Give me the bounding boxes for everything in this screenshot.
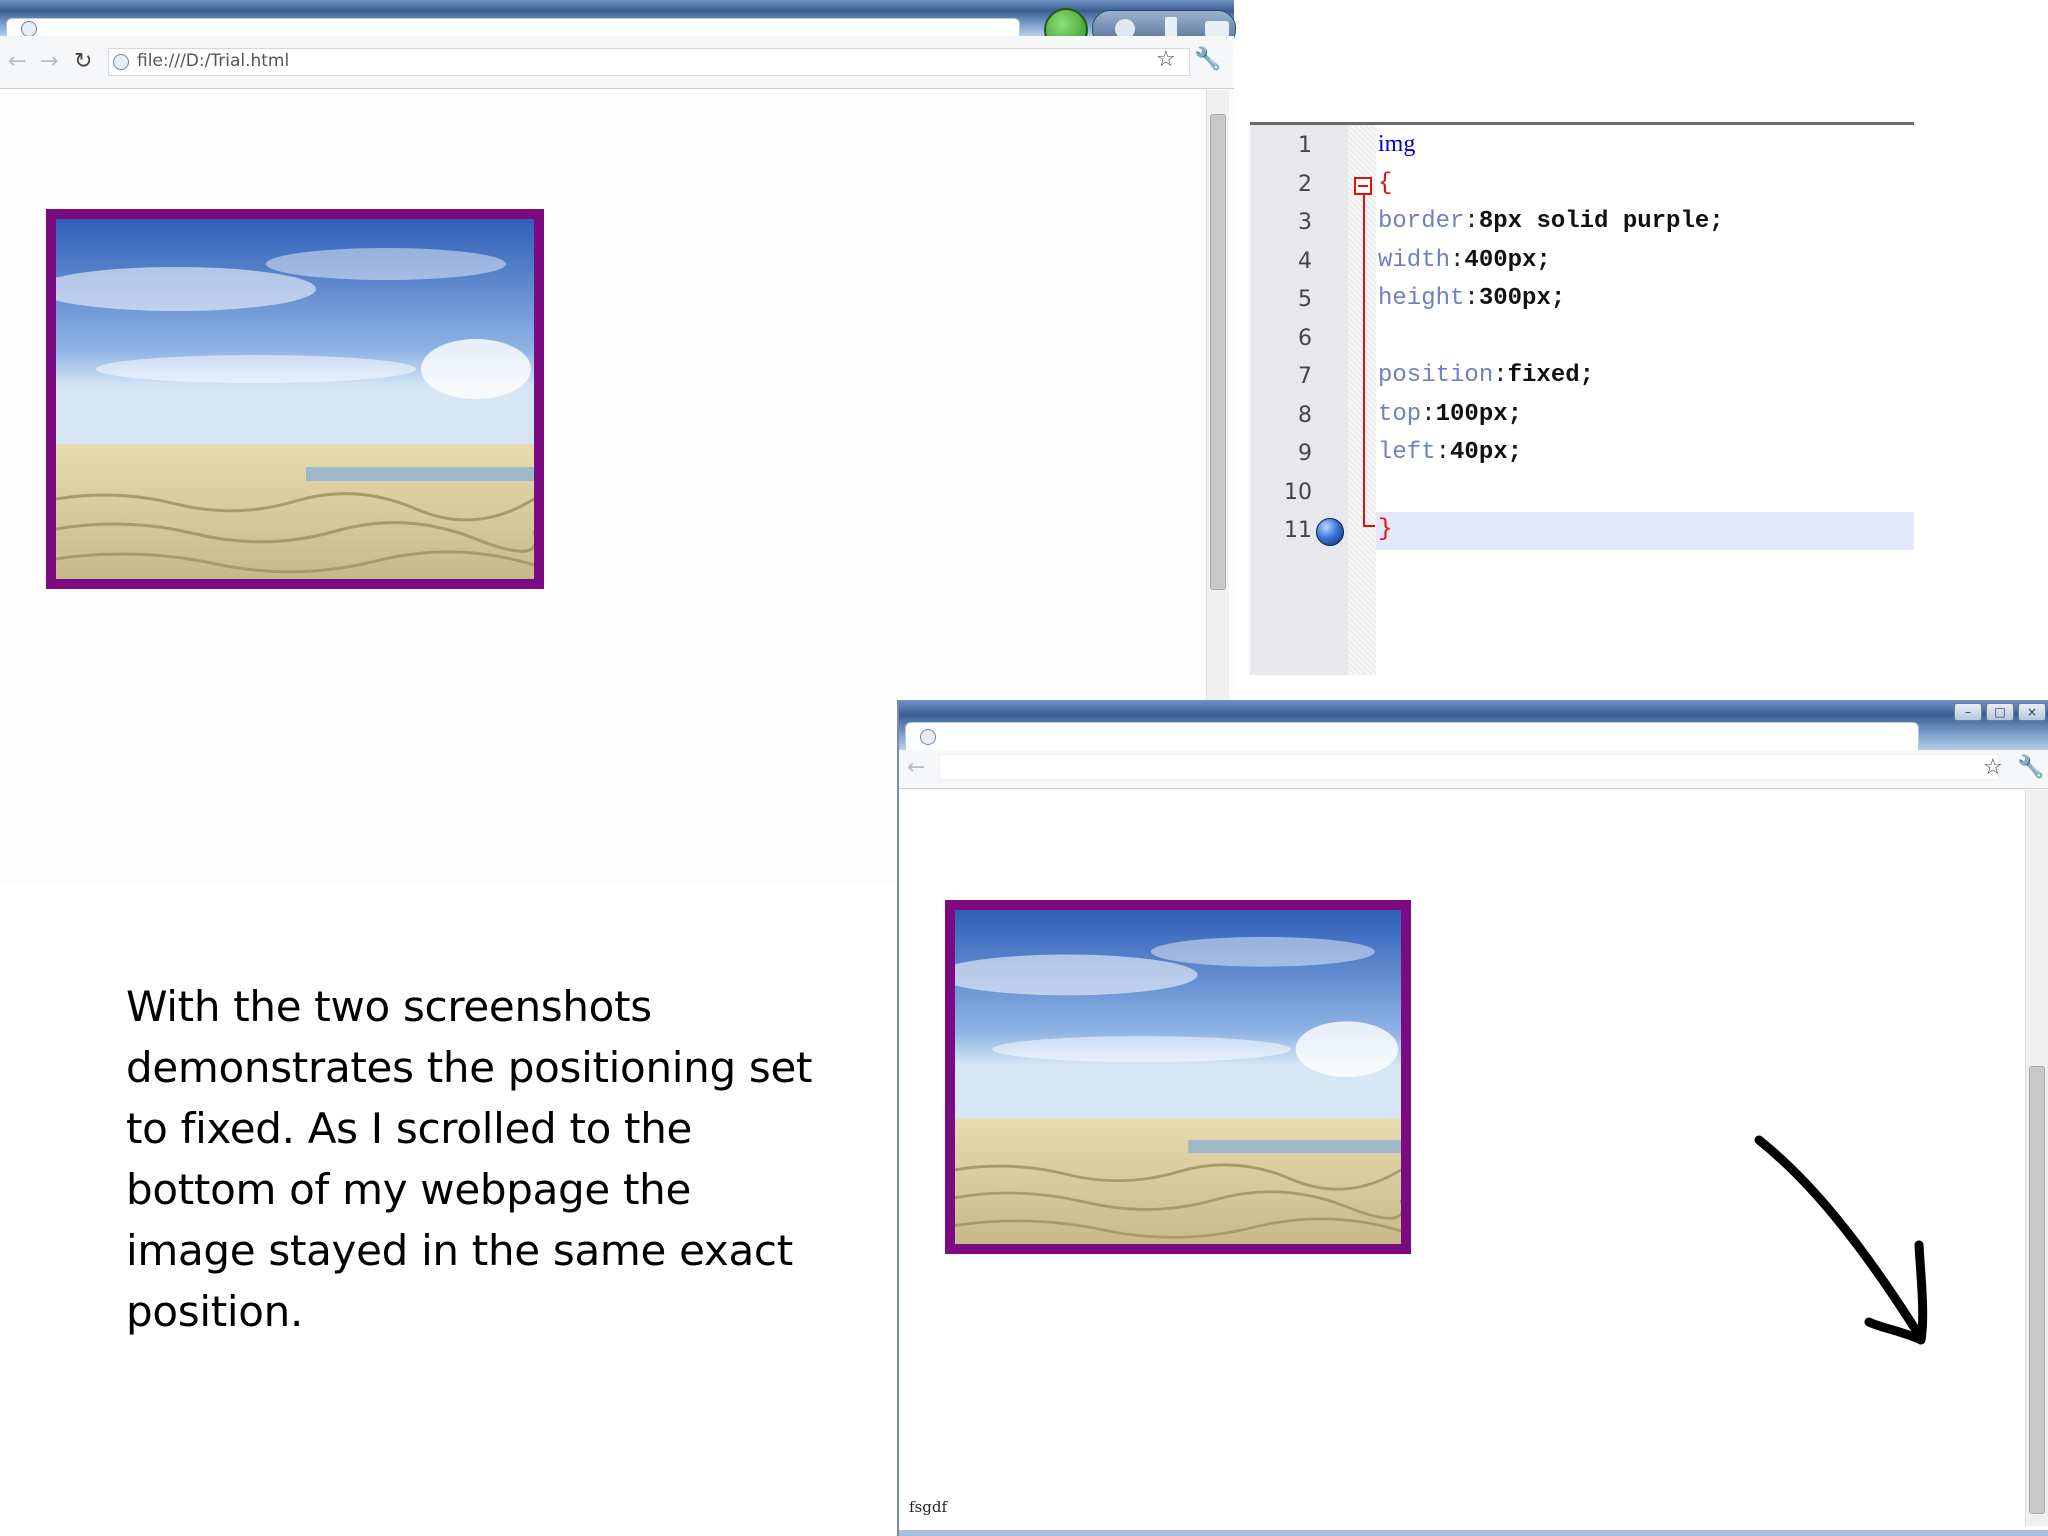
hand-drawn-arrow: [1754, 1135, 1928, 1345]
colon: :: [1421, 400, 1436, 428]
colon: :: [1464, 285, 1479, 312]
wrench-icon-2[interactable]: 🔧: [2017, 756, 2044, 780]
window-titlebar-2: – □ ×: [899, 700, 2048, 751]
line-number: 2: [1298, 171, 1312, 197]
current-line-highlight: [1376, 512, 1914, 550]
browser-tab[interactable]: [6, 18, 1020, 37]
back-icon[interactable]: ←: [8, 50, 26, 74]
line-number: 9: [1298, 441, 1312, 466]
maximize-icon[interactable]: □: [1986, 703, 2014, 721]
css-property: height: [1378, 285, 1465, 312]
code-line[interactable]: left:40px;: [1378, 439, 1522, 466]
address-bar-2[interactable]: [939, 754, 1999, 780]
fold-collapse-icon[interactable]: [1354, 177, 1372, 195]
minimize-icon[interactable]: –: [1954, 703, 1982, 721]
browser-toolbar-2: ← ☆ 🔧: [899, 750, 2048, 789]
css-property: border: [1378, 208, 1465, 235]
line-number: 3: [1298, 210, 1312, 235]
line-number: 8: [1298, 402, 1312, 428]
star-icon-2[interactable]: ☆: [1983, 756, 2003, 780]
code-line[interactable]: top:100px;: [1378, 401, 1522, 428]
taskbar-edge: [899, 1530, 2048, 1536]
window-controls: – □ ×: [1954, 700, 2048, 722]
css-code-editor[interactable]: 1 2 3 4 5 6 7 8 9 10 11 img{border:8px solid purpl…: [1250, 122, 1914, 675]
vertical-scrollbar-2[interactable]: [2025, 790, 2048, 1526]
address-text: file:///D:/Trial.html: [137, 51, 290, 71]
code-line[interactable]: }: [1378, 516, 1392, 543]
reload-icon[interactable]: ↻: [74, 50, 92, 74]
site-globe-icon: [113, 54, 129, 70]
beach-photo-2: [955, 910, 1401, 1244]
browser-tab-2[interactable]: [905, 722, 1919, 751]
css-selector: img: [1378, 131, 1416, 157]
css-value: 300px;: [1478, 285, 1566, 312]
css-value: 400px;: [1464, 246, 1551, 274]
wrench-icon[interactable]: 🔧: [1194, 48, 1221, 72]
css-property: top: [1378, 400, 1422, 428]
line-number: 1: [1298, 133, 1312, 158]
code-line[interactable]: border:8px solid purple;: [1378, 208, 1724, 235]
line-number: 4: [1298, 248, 1312, 274]
scrollbar-thumb[interactable]: [1210, 114, 1226, 590]
beach-photo: [56, 219, 534, 579]
fold-line: [1363, 187, 1365, 525]
line-number: 7: [1298, 364, 1312, 389]
css-brace: }: [1378, 516, 1393, 543]
code-line[interactable]: position:fixed;: [1378, 362, 1594, 389]
line-number: 6: [1298, 325, 1312, 351]
page-footer-text: fsgdf: [909, 1498, 948, 1516]
code-line[interactable]: {: [1378, 170, 1392, 197]
beach-image-2: [945, 900, 1411, 1254]
line-number: 5: [1298, 287, 1312, 312]
colon: :: [1464, 208, 1479, 235]
window-titlebar: [0, 0, 1236, 52]
browser-window-after-scroll: – □ × ← ☆ 🔧 fsgdf: [897, 700, 2048, 1536]
vertical-scrollbar[interactable]: [1206, 90, 1229, 700]
css-brace: {: [1378, 169, 1393, 197]
code-line[interactable]: img: [1378, 131, 1415, 159]
line-number: 11: [1284, 518, 1312, 543]
colon: :: [1450, 246, 1465, 274]
forward-icon[interactable]: →: [40, 50, 58, 74]
page-globe-icon: [21, 21, 37, 37]
explanation-text: With the two screenshots demonstrates th…: [126, 982, 813, 1336]
css-property: left: [1378, 439, 1436, 466]
back-icon-2[interactable]: ←: [907, 756, 925, 780]
code-line[interactable]: width:400px;: [1378, 247, 1551, 274]
css-property: width: [1378, 246, 1451, 274]
page-globe-icon-2: [920, 729, 936, 745]
display-icon[interactable]: [1205, 21, 1229, 37]
browser-toolbar: ← → ↻ file:///D:/Trial.html ☆ 🔧: [0, 36, 1234, 89]
css-value: 40px;: [1450, 439, 1523, 466]
fold-end-marker: [1363, 525, 1375, 527]
bookmark-icon[interactable]: [1316, 518, 1344, 546]
colon: :: [1493, 362, 1508, 389]
scrollbar-thumb-2[interactable]: [2029, 1066, 2045, 1514]
css-value: 100px;: [1435, 400, 1523, 428]
fold-margin: [1348, 125, 1376, 675]
close-icon[interactable]: ×: [2018, 703, 2046, 721]
css-property: position: [1378, 362, 1494, 389]
css-value: fixed;: [1507, 362, 1595, 389]
colon: :: [1435, 439, 1451, 466]
beach-image: [46, 209, 544, 589]
star-icon[interactable]: ☆: [1156, 48, 1176, 72]
line-number-gutter: 1 2 3 4 5 6 7 8 9 10 11: [1250, 125, 1348, 675]
code-line[interactable]: height:300px;: [1378, 285, 1565, 312]
line-number: 10: [1284, 479, 1312, 505]
css-value: 8px solid purple;: [1478, 208, 1724, 235]
address-bar[interactable]: file:///D:/Trial.html: [108, 48, 1190, 76]
